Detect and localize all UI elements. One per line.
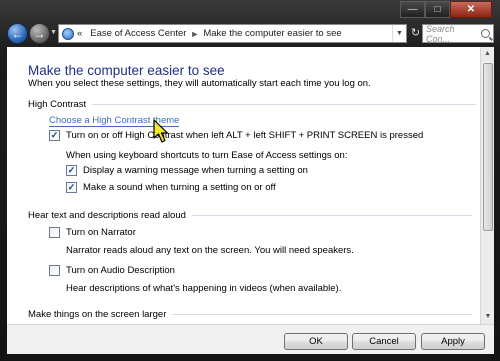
maximize-button[interactable]: □ xyxy=(425,1,450,18)
scroll-down-icon[interactable]: ▼ xyxy=(481,310,494,324)
audio-description-label: Turn on Audio Description xyxy=(66,265,175,276)
warning-message-row[interactable]: ✓ Display a warning message when turning… xyxy=(66,165,308,176)
section-divider xyxy=(92,104,477,105)
section-heading: Make things on the screen larger xyxy=(28,309,167,320)
scroll-up-icon[interactable]: ▲ xyxy=(481,47,494,61)
audio-description-row[interactable]: Turn on Audio Description xyxy=(49,265,175,276)
sound-row[interactable]: ✓ Make a sound when turning a setting on… xyxy=(66,182,276,193)
button-bar: OK Cancel Apply xyxy=(7,324,494,354)
back-button[interactable]: ← xyxy=(7,23,28,44)
mouse-cursor-icon xyxy=(153,119,169,143)
refresh-icon[interactable]: ↻ xyxy=(409,24,422,43)
section-divider xyxy=(191,215,472,216)
breadcrumb-current[interactable]: Make the computer easier to see xyxy=(203,28,341,39)
narrator-row[interactable]: Turn on Narrator xyxy=(49,227,136,238)
warning-message-label: Display a warning message when turning a… xyxy=(83,165,308,176)
forward-arrow-icon: → xyxy=(33,26,46,41)
close-button[interactable]: ✕ xyxy=(450,1,492,18)
back-arrow-icon: ← xyxy=(11,26,24,41)
ok-button[interactable]: OK xyxy=(284,333,348,350)
breadcrumb-ease-of-access[interactable]: Ease of Access Center xyxy=(90,28,186,39)
main-content: Make the computer easier to see When you… xyxy=(7,47,494,324)
high-contrast-toggle-label: Turn on or off High Contrast when left A… xyxy=(66,130,424,141)
high-contrast-toggle-row[interactable]: ✓ Turn on or off High Contrast when left… xyxy=(49,130,423,141)
narrator-description: Narrator reads aloud any text on the scr… xyxy=(66,245,354,256)
audio-description-checkbox[interactable] xyxy=(49,265,60,276)
page-title: Make the computer easier to see xyxy=(28,63,225,78)
search-input[interactable]: Search Con... xyxy=(422,23,494,44)
search-icon[interactable] xyxy=(481,29,490,38)
section-heading: High Contrast xyxy=(28,99,87,110)
page-subtitle: When you select these settings, they wil… xyxy=(28,78,371,89)
narrator-checkbox[interactable] xyxy=(49,227,60,238)
caption-buttons: — □ ✕ xyxy=(400,1,492,18)
scroll-thumb[interactable] xyxy=(483,63,493,231)
recent-pages-dropdown[interactable]: ▼ xyxy=(50,29,57,36)
control-panel-icon xyxy=(62,27,74,40)
breadcrumb-separator-icon[interactable]: ► xyxy=(190,29,199,39)
sound-label: Make a sound when turning a setting on o… xyxy=(83,182,276,193)
narrator-label: Turn on Narrator xyxy=(66,227,136,238)
high-contrast-checkbox[interactable]: ✓ xyxy=(49,130,60,141)
section-heading: Hear text and descriptions read aloud xyxy=(28,210,186,221)
audio-description-text: Hear descriptions of what's happening in… xyxy=(66,283,342,294)
section-narrator: Hear text and descriptions read aloud xyxy=(28,210,472,221)
vertical-scrollbar[interactable]: ▲ ▼ xyxy=(480,47,494,324)
section-divider xyxy=(172,314,473,315)
section-high-contrast: High Contrast xyxy=(28,99,477,110)
shortcut-intro-text: When using keyboard shortcuts to turn Ea… xyxy=(66,150,348,161)
cancel-button[interactable]: Cancel xyxy=(352,333,416,350)
window-frame: — □ ✕ ← → ▼ « Ease of Access Center ► Ma… xyxy=(0,0,500,361)
section-larger: Make things on the screen larger xyxy=(28,309,473,320)
address-overflow-chevron[interactable]: « xyxy=(77,28,82,39)
forward-button[interactable]: → xyxy=(29,23,50,44)
minimize-button[interactable]: — xyxy=(400,1,425,18)
search-placeholder: Search Con... xyxy=(426,23,455,44)
warning-message-checkbox[interactable]: ✓ xyxy=(66,165,77,176)
address-bar[interactable]: « Ease of Access Center ► Make the compu… xyxy=(58,24,407,43)
address-dropdown-icon[interactable]: ▼ xyxy=(392,25,406,42)
sound-checkbox[interactable]: ✓ xyxy=(66,182,77,193)
apply-button[interactable]: Apply xyxy=(421,333,485,350)
